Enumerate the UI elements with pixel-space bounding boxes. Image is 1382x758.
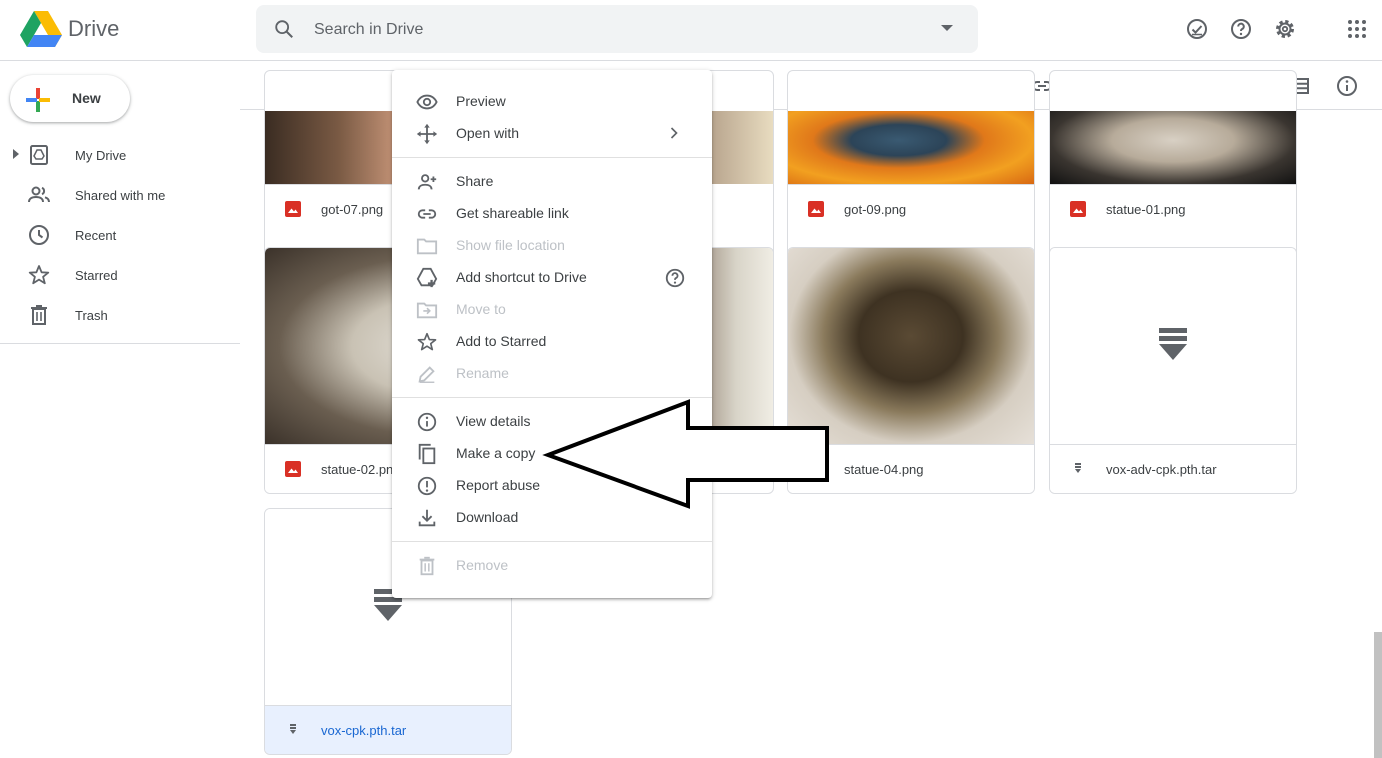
menu-item-label: Download	[456, 509, 519, 525]
thumbnail-image	[788, 111, 1034, 184]
menu-item-label: Preview	[456, 93, 506, 109]
menu-item-label: Show file location	[456, 237, 565, 253]
image-file-icon	[285, 201, 301, 217]
new-button[interactable]: New	[10, 75, 130, 122]
pencil-icon	[416, 363, 438, 385]
top-bar: Drive	[0, 0, 1382, 61]
drive-logo-icon[interactable]	[20, 11, 62, 47]
sidebar-item-label: My Drive	[75, 148, 127, 163]
menu-item-label: Open with	[456, 125, 520, 141]
thumbnail-image	[1050, 111, 1296, 184]
sidebar-item-label: Recent	[75, 228, 117, 243]
vertical-scrollbar[interactable]	[1374, 632, 1382, 758]
file-name: vox-adv-cpk.pth.tar	[1106, 462, 1217, 477]
menu-item-share[interactable]: Share	[392, 165, 712, 197]
download-icon	[416, 507, 438, 529]
link-icon	[416, 203, 438, 225]
context-menu: Preview Open with Share Get shareable li…	[392, 70, 712, 598]
menu-item-preview[interactable]: Preview	[392, 85, 712, 117]
menu-item-rename: Rename	[392, 357, 712, 389]
image-file-icon	[1070, 201, 1086, 217]
menu-item-label: Move to	[456, 301, 506, 317]
file-name: statue-04.png	[844, 462, 924, 477]
sidebar-item-recent[interactable]: Recent	[0, 215, 240, 255]
annotation-arrow-icon	[542, 399, 829, 509]
menu-item-label: Get shareable link	[456, 205, 569, 221]
menu-item-label: Remove	[456, 557, 509, 573]
offline-check-icon[interactable]	[1185, 17, 1209, 41]
trash-icon	[27, 303, 51, 327]
menu-item-remove: Remove	[392, 549, 712, 581]
menu-item-label: Rename	[456, 365, 509, 381]
menu-item-label: Report abuse	[456, 477, 541, 493]
alert-icon	[416, 475, 438, 497]
sidebar-item-label: Trash	[75, 308, 108, 323]
star-icon	[416, 331, 438, 353]
archive-thumbnail	[1050, 248, 1296, 444]
menu-item-label: Share	[456, 173, 494, 189]
image-file-icon	[285, 461, 301, 477]
file-name: got-07.png	[321, 202, 384, 217]
file-name: statue-01.png	[1106, 202, 1186, 217]
shared-icon	[27, 183, 51, 207]
sidebar-item-shared-with-me[interactable]: Shared with me	[0, 175, 240, 215]
menu-item-label: Add to Starred	[456, 333, 547, 349]
help-icon[interactable]	[1229, 17, 1253, 41]
sidebar-item-starred[interactable]: Starred	[0, 255, 240, 295]
menu-item-add-shortcut[interactable]: Add shortcut to Drive	[392, 261, 712, 293]
search-input[interactable]	[312, 15, 916, 45]
sidebar-item-label: Starred	[75, 268, 118, 283]
help-icon[interactable]	[664, 267, 686, 289]
trash-icon	[416, 555, 438, 577]
plus-icon	[24, 86, 52, 114]
move-to-icon	[416, 299, 438, 321]
menu-item-show-file-location: Show file location	[392, 229, 712, 261]
copy-icon	[416, 443, 438, 465]
file-name: got-09.png	[844, 202, 907, 217]
menu-item-get-shareable-link[interactable]: Get shareable link	[392, 197, 712, 229]
menu-item-label: Make a copy	[456, 445, 536, 461]
file-card-vox-adv-cpk[interactable]: vox-adv-cpk.pth.tar	[1049, 247, 1297, 494]
expand-caret-icon[interactable]	[12, 149, 20, 159]
my-drive-icon	[27, 143, 51, 167]
archive-file-icon	[1070, 461, 1086, 477]
archive-file-icon	[285, 722, 301, 738]
clock-icon	[27, 223, 51, 247]
move-arrows-icon	[416, 123, 438, 145]
file-name: vox-cpk.pth.tar	[321, 723, 407, 738]
file-name: statue-02.png	[321, 462, 401, 477]
settings-gear-icon[interactable]	[1273, 17, 1297, 41]
menu-item-add-to-starred[interactable]: Add to Starred	[392, 325, 712, 357]
search-icon[interactable]	[273, 18, 295, 40]
sidebar-item-trash[interactable]: Trash	[0, 295, 240, 335]
menu-item-move-to: Move to	[392, 293, 712, 325]
person-add-icon	[416, 171, 438, 193]
image-file-icon	[808, 201, 824, 217]
search-options-dropdown-icon[interactable]	[941, 24, 953, 32]
info-icon	[416, 411, 438, 433]
info-icon[interactable]	[1335, 74, 1359, 98]
sidebar-divider	[0, 343, 240, 344]
sidebar-item-my-drive[interactable]: My Drive	[0, 135, 240, 175]
menu-separator	[392, 157, 712, 158]
archive-icon	[1159, 328, 1187, 360]
app-name: Drive	[68, 16, 120, 41]
new-button-label: New	[72, 90, 101, 106]
menu-item-label: View details	[456, 413, 531, 429]
menu-separator	[392, 541, 712, 542]
chevron-right-icon	[664, 123, 684, 143]
star-icon	[27, 263, 51, 287]
drive-shortcut-icon	[416, 267, 438, 289]
eye-icon	[416, 91, 438, 113]
apps-grid-icon[interactable]	[1345, 17, 1369, 41]
menu-item-label: Add shortcut to Drive	[456, 269, 587, 285]
menu-item-open-with[interactable]: Open with	[392, 117, 712, 149]
search-bar[interactable]	[256, 5, 978, 53]
folder-icon	[416, 235, 438, 257]
sidebar-item-label: Shared with me	[75, 188, 166, 203]
